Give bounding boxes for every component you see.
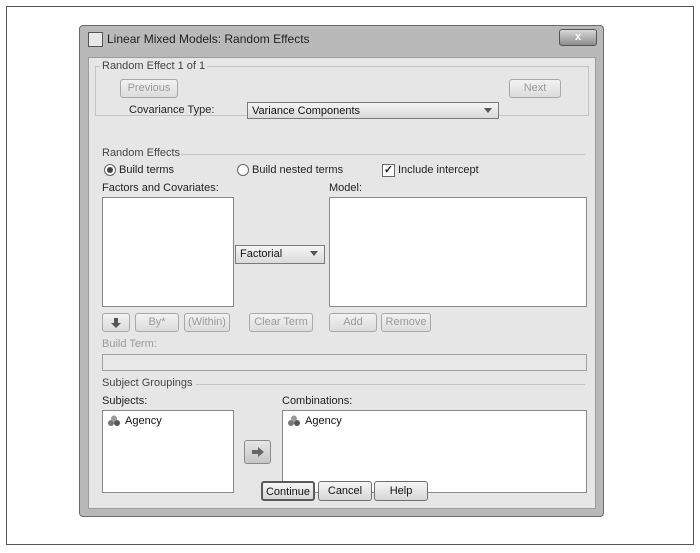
model-list[interactable] [329, 197, 587, 307]
random-effect-legend: Random Effect 1 of 1 [100, 60, 208, 72]
continue-button[interactable]: Continue [261, 481, 315, 501]
close-button[interactable]: x [559, 29, 597, 46]
next-button[interactable]: Next [509, 79, 561, 98]
remove-button[interactable]: Remove [381, 313, 431, 332]
build-term-label: Build Term: [102, 338, 157, 350]
app-icon [88, 32, 103, 47]
combination-item-label: Agency [305, 415, 342, 427]
include-intercept-label: Include intercept [398, 164, 479, 176]
random-effects-legend: Random Effects [102, 147, 181, 159]
subject-groupings-divider [196, 384, 585, 385]
covariance-type-select[interactable]: Variance Components [247, 102, 499, 119]
subject-item-label: Agency [125, 415, 162, 427]
factors-covariates-label: Factors and Covariates: [102, 182, 219, 194]
combinations-label: Combinations: [282, 395, 353, 407]
clear-term-button[interactable]: Clear Term [249, 313, 313, 332]
move-to-combinations-button[interactable] [244, 440, 271, 464]
title-bar[interactable]: Linear Mixed Models: Random Effects x [80, 26, 603, 52]
build-nested-terms-radio[interactable] [237, 164, 249, 176]
term-type-value: Factorial [240, 248, 283, 260]
build-term-field[interactable] [102, 354, 587, 371]
list-item[interactable]: Agency [287, 415, 342, 427]
move-down-button[interactable] [102, 313, 130, 332]
window-title: Linear Mixed Models: Random Effects [107, 32, 310, 46]
build-terms-radio[interactable] [104, 164, 116, 176]
chevron-down-icon [484, 108, 492, 113]
nominal-variable-icon [108, 415, 120, 427]
subject-groupings-legend: Subject Groupings [102, 377, 193, 389]
covariance-type-label: Covariance Type: [129, 104, 215, 116]
nominal-variable-icon [288, 415, 300, 427]
previous-button[interactable]: Previous [120, 79, 178, 98]
arrow-right-icon [252, 447, 264, 457]
cancel-button[interactable]: Cancel [318, 481, 372, 501]
term-type-select[interactable]: Factorial [235, 245, 325, 264]
add-button[interactable]: Add [329, 313, 377, 332]
factors-covariates-list[interactable] [102, 197, 234, 307]
build-terms-label: Build terms [119, 164, 175, 176]
model-label: Model: [329, 182, 363, 194]
within-button[interactable]: (Within) [184, 313, 230, 332]
random-effects-divider [181, 154, 585, 155]
build-nested-terms-label: Build nested terms [252, 164, 344, 176]
subjects-label: Subjects: [102, 395, 148, 407]
help-button[interactable]: Help [374, 481, 428, 501]
arrow-down-icon [111, 318, 121, 328]
dialog-body: Random Effect 1 of 1 Previous Next Covar… [88, 57, 596, 509]
subjects-list[interactable]: Agency [102, 410, 234, 493]
list-item[interactable]: Agency [107, 415, 162, 427]
include-intercept-checkbox[interactable]: ✓ [382, 164, 395, 177]
by-button[interactable]: By* [135, 313, 179, 332]
chevron-down-icon [310, 251, 318, 256]
covariance-type-value: Variance Components [252, 105, 361, 117]
random-effects-dialog: Linear Mixed Models: Random Effects x Ra… [79, 25, 604, 517]
